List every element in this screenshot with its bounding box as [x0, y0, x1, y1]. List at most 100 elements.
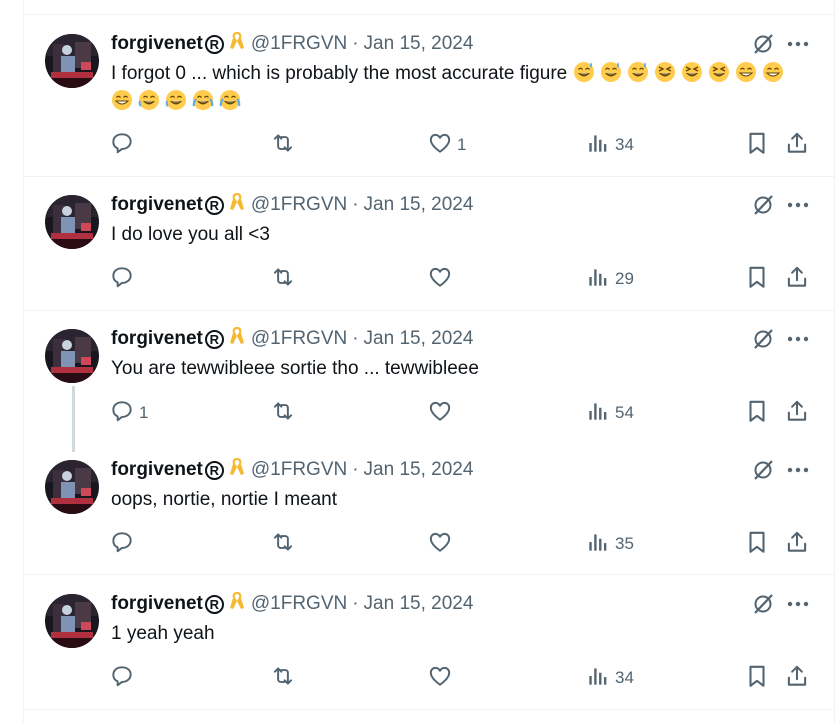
timestamp[interactable]: Jan 15, 2024	[364, 194, 474, 216]
display-name[interactable]: forgivenet	[111, 328, 203, 350]
emoji-joy-icon	[192, 90, 219, 112]
emoji-grin-icon	[762, 62, 789, 84]
view-count: 29	[615, 269, 634, 288]
retweet-button[interactable]	[270, 131, 300, 159]
reply-button[interactable]	[109, 664, 139, 692]
more-icon[interactable]	[785, 327, 811, 351]
grok-icon[interactable]	[751, 458, 775, 482]
grok-icon[interactable]	[751, 193, 775, 217]
grok-icon[interactable]	[751, 327, 775, 351]
bookmark-button[interactable]	[744, 530, 770, 558]
views-button[interactable]: 34	[585, 664, 634, 692]
ribbon-icon	[229, 325, 245, 353]
share-button[interactable]	[784, 399, 810, 427]
tweet-header: forgivenet R @1FRGVN · Jan 15, 2024	[111, 592, 473, 616]
timestamp[interactable]: Jan 15, 2024	[364, 328, 474, 350]
retweet-icon	[270, 130, 296, 161]
tweet-body: I do love you all <3	[111, 224, 270, 245]
tweet-text: I do love you all <3	[111, 221, 811, 249]
display-name[interactable]: forgivenet	[111, 459, 203, 481]
share-icon	[784, 398, 810, 429]
like-button[interactable]	[427, 399, 457, 427]
views-icon	[585, 398, 611, 429]
views-icon	[585, 130, 611, 161]
timestamp[interactable]: Jan 15, 2024	[364, 459, 474, 481]
bookmark-icon	[744, 663, 770, 694]
ribbon-icon	[229, 456, 245, 484]
bookmark-button[interactable]	[744, 131, 770, 159]
like-button[interactable]	[427, 265, 457, 293]
retweet-button[interactable]	[270, 530, 300, 558]
bookmark-button[interactable]	[744, 399, 770, 427]
like-button[interactable]	[427, 530, 457, 558]
handle[interactable]: @1FRGVN	[251, 328, 347, 350]
views-button[interactable]: 29	[585, 265, 634, 293]
tweet-header: forgivenet R @1FRGVN · Jan 15, 2024	[111, 193, 473, 217]
timestamp[interactable]: Jan 15, 2024	[364, 593, 474, 615]
views-button[interactable]: 35	[585, 530, 634, 558]
action-bar: 35	[109, 530, 814, 558]
grok-icon[interactable]	[751, 32, 775, 56]
avatar[interactable]	[45, 594, 99, 648]
view-count: 34	[615, 668, 634, 687]
views-icon	[585, 663, 611, 694]
view-count: 34	[615, 135, 634, 154]
views-button[interactable]: 34	[585, 131, 634, 159]
bookmark-button[interactable]	[744, 265, 770, 293]
reply-button[interactable]: 1	[109, 399, 148, 427]
retweet-button[interactable]	[270, 664, 300, 692]
tweet-text: oops, nortie, nortie I meant	[111, 486, 811, 514]
retweet-icon	[270, 529, 296, 560]
timestamp[interactable]: Jan 15, 2024	[364, 33, 474, 55]
registered-mark: R	[204, 195, 224, 215]
bookmark-button[interactable]	[744, 664, 770, 692]
tweet-body: oops, nortie, nortie I meant	[111, 489, 338, 510]
bookmark-icon	[744, 398, 770, 429]
emoji-sweat-smile-icon	[600, 62, 627, 84]
more-icon[interactable]	[785, 592, 811, 616]
reply-button[interactable]	[109, 131, 139, 159]
like-button[interactable]: 1	[427, 131, 466, 159]
reply-button[interactable]	[109, 265, 139, 293]
grok-icon[interactable]	[751, 592, 775, 616]
display-name[interactable]: forgivenet	[111, 593, 203, 615]
tweet-body: 1 yeah yeah	[111, 623, 215, 644]
reply-icon	[109, 130, 135, 161]
handle[interactable]: @1FRGVN	[251, 194, 347, 216]
reply-icon	[109, 264, 135, 295]
more-icon[interactable]	[785, 458, 811, 482]
emoji-sweat-smile-icon	[627, 62, 654, 84]
share-button[interactable]	[784, 131, 810, 159]
handle[interactable]: @1FRGVN	[251, 593, 347, 615]
tweet-text: You are tewwibleee sortie tho ... tewwib…	[111, 355, 811, 383]
emoji-rofl-icon	[138, 90, 165, 112]
views-icon	[585, 529, 611, 560]
more-icon[interactable]	[785, 32, 811, 56]
emoji-sweat-smile-icon	[573, 62, 600, 84]
view-count: 54	[615, 403, 634, 422]
avatar[interactable]	[45, 460, 99, 514]
divider	[24, 14, 834, 15]
avatar[interactable]	[45, 329, 99, 383]
registered-mark: R	[204, 34, 224, 54]
avatar[interactable]	[45, 34, 99, 88]
separator-dot: ·	[352, 33, 359, 54]
share-button[interactable]	[784, 664, 810, 692]
more-icon[interactable]	[785, 193, 811, 217]
handle[interactable]: @1FRGVN	[251, 459, 347, 481]
views-icon	[585, 264, 611, 295]
retweet-button[interactable]	[270, 399, 300, 427]
share-button[interactable]	[784, 530, 810, 558]
display-name[interactable]: forgivenet	[111, 33, 203, 55]
views-button[interactable]: 54	[585, 399, 634, 427]
divider	[24, 574, 834, 575]
handle[interactable]: @1FRGVN	[251, 33, 347, 55]
display-name[interactable]: forgivenet	[111, 194, 203, 216]
registered-mark: R	[204, 460, 224, 480]
share-button[interactable]	[784, 265, 810, 293]
like-button[interactable]	[427, 664, 457, 692]
retweet-button[interactable]	[270, 265, 300, 293]
avatar[interactable]	[45, 195, 99, 249]
reply-button[interactable]	[109, 530, 139, 558]
action-bar: 34	[109, 664, 814, 692]
